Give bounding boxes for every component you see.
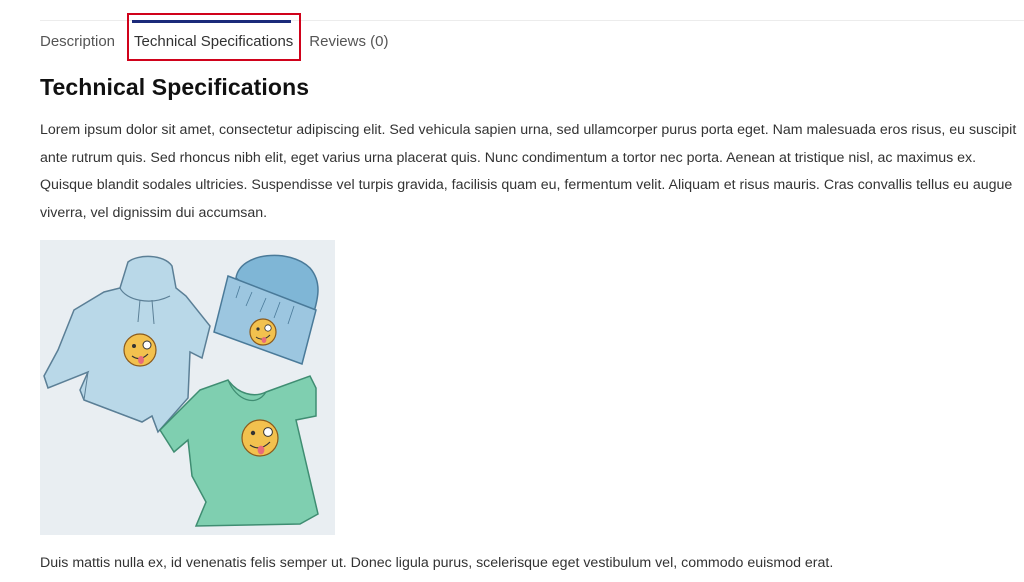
tab-description-label: Description	[40, 32, 116, 50]
tab-reviews[interactable]: Reviews (0)	[309, 22, 388, 60]
tab-technical-specifications-label: Technical Specifications	[134, 32, 294, 50]
product-tabs: Description Technical Specifications Rev…	[40, 13, 388, 61]
tab-description[interactable]: Description	[40, 22, 115, 60]
section-title: Technical Specifications	[40, 74, 310, 100]
secondary-paragraph: Duis mattis nulla ex, id venenatis felis…	[40, 555, 834, 571]
product-illustration	[40, 240, 335, 535]
active-tab-indicator	[132, 20, 292, 23]
description-paragraph: Lorem ipsum dolor sit amet, consectetur …	[40, 122, 1017, 221]
tab-reviews-label: Reviews (0)	[309, 32, 389, 50]
beanie-icon	[213, 254, 319, 365]
tab-technical-specifications[interactable]: Technical Specifications	[127, 13, 302, 61]
